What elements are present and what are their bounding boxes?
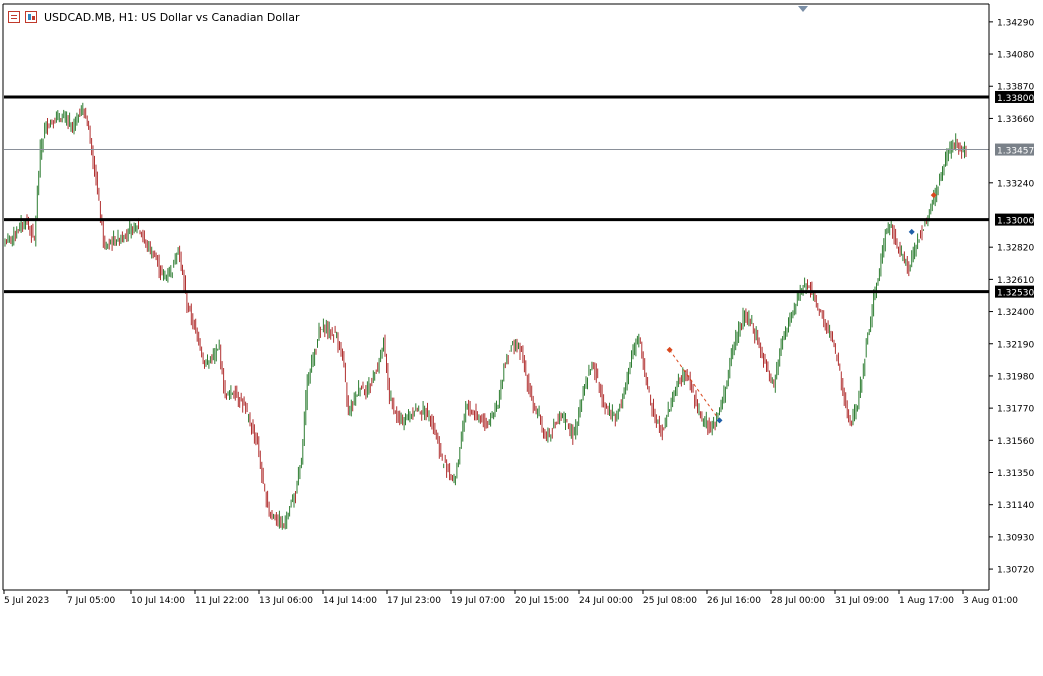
price-tick-label: 1.31980 (997, 372, 1034, 382)
chart-window[interactable]: 1.34290 1.34080 1.33870 1.33660 1.33240 1.328… (0, 0, 1043, 672)
price-chart[interactable]: 1.342901.340801.338701.336601.332401.328… (0, 0, 1043, 672)
bid-price-label: 1.33457 (997, 147, 1034, 157)
price-tick-label: 1.31350 (997, 469, 1034, 479)
time-tick-label: 20 Jul 15:00 (515, 596, 569, 606)
level-price-label: 1.32530 (997, 289, 1034, 299)
time-tick-label: 11 Jul 22:00 (195, 596, 249, 606)
price-tick-label: 1.32820 (997, 244, 1034, 254)
time-tick-label: 14 Jul 14:00 (323, 596, 377, 606)
chart-title-bar: USDCAD.MB, H1: US Dollar vs Canadian Dol… (8, 9, 299, 25)
price-tick-label: 1.31770 (997, 405, 1034, 415)
time-tick-label: 28 Jul 00:00 (771, 596, 825, 606)
price-tick-label: 1.34290 (997, 18, 1034, 28)
price-tick-label: 1.32610 (997, 276, 1034, 286)
price-tick-label: 1.33240 (997, 179, 1034, 189)
time-tick-label: 25 Jul 08:00 (643, 596, 697, 606)
price-tick-label: 1.31140 (997, 501, 1034, 511)
one-click-trading-icon[interactable] (25, 11, 37, 23)
chart-window-icon[interactable] (8, 11, 20, 23)
time-tick-label: 3 Aug 01:00 (963, 596, 1018, 606)
price-tick-label: 1.31560 (997, 437, 1034, 447)
time-tick-label: 19 Jul 07:00 (451, 596, 505, 606)
time-tick-label: 5 Jul 2023 (4, 596, 49, 606)
price-tick-label: 1.30720 (997, 566, 1034, 576)
time-tick-label: 26 Jul 16:00 (707, 596, 761, 606)
price-tick-label: 1.30930 (997, 533, 1034, 543)
time-tick-label: 10 Jul 14:00 (131, 596, 185, 606)
price-tick-label: 1.34080 (997, 51, 1034, 61)
price-tick-label: 1.33660 (997, 115, 1034, 125)
level-price-label: 1.33800 (997, 94, 1034, 104)
time-tick-label: 31 Jul 09:00 (835, 596, 889, 606)
price-tick-label: 1.32190 (997, 340, 1034, 350)
time-tick-label: 1 Aug 17:00 (899, 596, 954, 606)
time-tick-label: 13 Jul 06:00 (259, 596, 313, 606)
time-tick-label: 17 Jul 23:00 (387, 596, 441, 606)
price-tick-label: 1.32400 (997, 308, 1034, 318)
level-price-label: 1.33000 (997, 217, 1034, 227)
chart-shift-marker-icon[interactable] (798, 6, 808, 12)
time-tick-label: 24 Jul 00:00 (579, 596, 633, 606)
chart-title: USDCAD.MB, H1: US Dollar vs Canadian Dol… (44, 10, 300, 24)
time-tick-label: 7 Jul 05:00 (67, 596, 116, 606)
